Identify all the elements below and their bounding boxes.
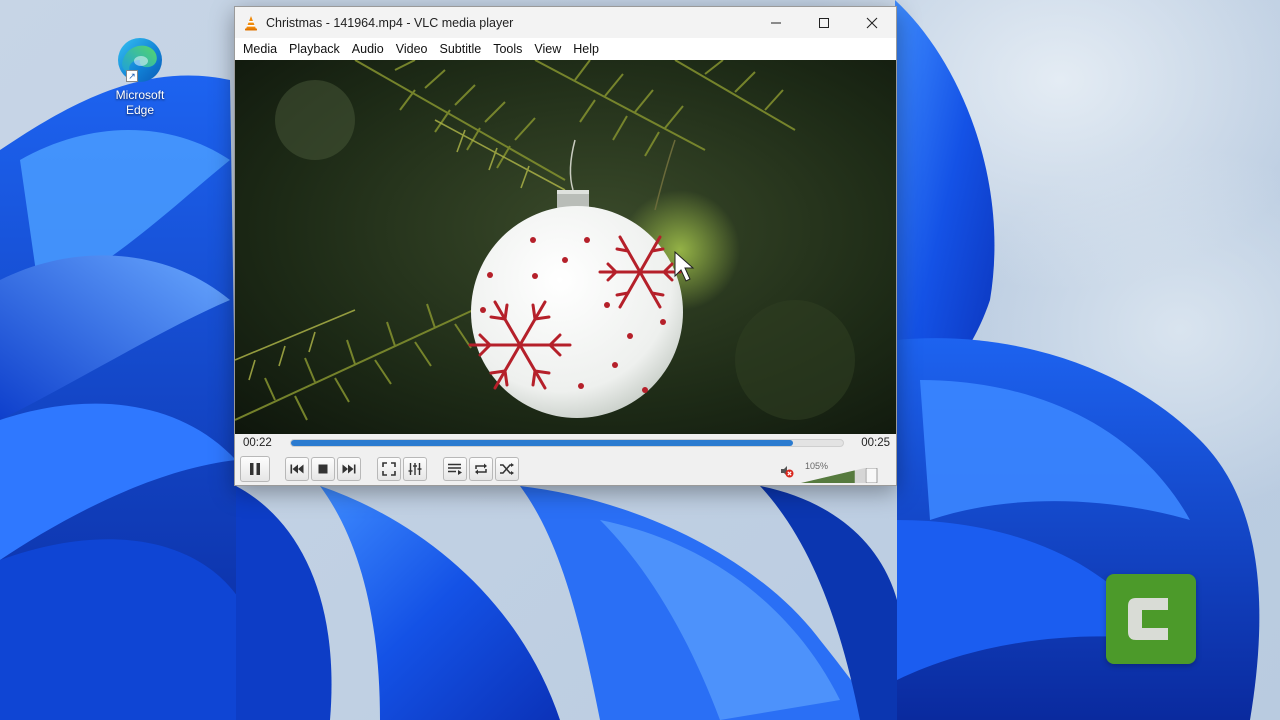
minimize-icon [771,22,781,23]
next-button[interactable] [337,457,361,481]
vlc-cone-icon [245,15,257,30]
seek-row: 00:22 00:25 [235,434,896,454]
elapsed-time: 00:22 [243,437,272,449]
close-button[interactable] [848,7,896,38]
fullscreen-button[interactable] [377,457,401,481]
menu-audio[interactable]: Audio [346,38,390,60]
menu-video[interactable]: Video [390,38,434,60]
mute-speaker-icon[interactable] [780,464,794,478]
close-icon [866,17,878,28]
seek-progress [291,440,794,446]
window-title: Christmas - 141964.mp4 - VLC media playe… [266,15,514,30]
desktop-icon-label: Microsoft Edge [115,88,165,117]
camtasia-logo [1128,598,1168,640]
playlist-button[interactable] [443,457,467,481]
stop-icon [318,464,328,474]
seek-bar[interactable] [290,439,844,447]
minimize-button[interactable] [752,7,800,38]
vlc-window: Christmas - 141964.mp4 - VLC media playe… [234,6,897,486]
equalizer-icon [408,463,422,475]
menu-tools[interactable]: Tools [487,38,528,60]
shortcut-arrow-icon: ↗ [126,70,138,82]
control-bar: 105% [235,454,896,485]
desktop-icon-edge[interactable]: ↗ Microsoft Edge [104,36,176,118]
maximize-button[interactable] [800,7,848,38]
window-controls [752,7,896,38]
volume-ramp [801,468,878,483]
menu-view[interactable]: View [528,38,567,60]
menu-help[interactable]: Help [567,38,605,60]
menu-playback[interactable]: Playback [283,38,346,60]
menu-media[interactable]: Media [237,38,283,60]
extended-settings-button[interactable] [403,457,427,481]
stop-button[interactable] [311,457,335,481]
loop-button[interactable] [469,457,493,481]
video-frame [235,60,896,434]
menu-subtitle[interactable]: Subtitle [434,38,488,60]
loop-icon [475,463,487,475]
pause-icon [250,463,260,475]
video-area[interactable] [235,60,896,434]
edge-icon: ↗ [116,36,164,84]
title-bar[interactable]: Christmas - 141964.mp4 - VLC media playe… [235,7,896,38]
volume-handle[interactable] [865,468,878,483]
menu-bar: Media Playback Audio Video Subtitle Tool… [235,38,896,60]
skip-back-icon [290,464,304,474]
previous-button[interactable] [285,457,309,481]
pause-button[interactable] [240,456,270,482]
fullscreen-icon [382,462,396,476]
shuffle-button[interactable] [495,457,519,481]
playlist-icon [448,463,462,475]
skip-forward-icon [342,464,356,474]
volume-slider[interactable] [801,468,879,483]
camtasia-icon[interactable] [1106,574,1196,664]
shuffle-icon [500,463,514,475]
remaining-time: 00:25 [861,437,890,449]
maximize-icon [819,17,829,28]
